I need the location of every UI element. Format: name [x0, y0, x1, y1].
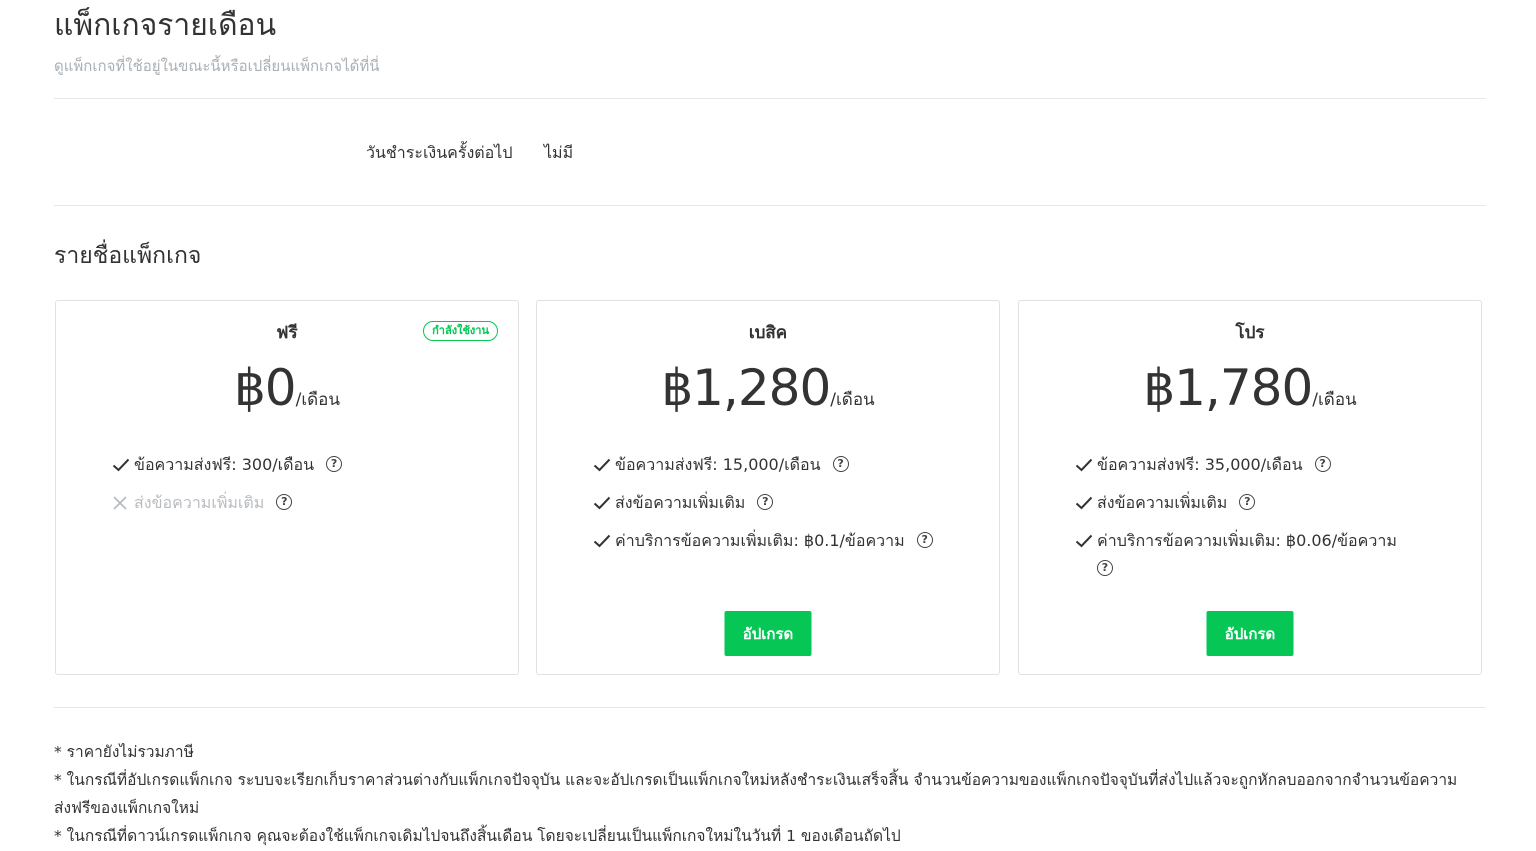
price-row: ฿1,280/เดือน [537, 359, 999, 417]
price-period: /เดือน [295, 390, 341, 410]
package-list-title: รายชื่อแพ็กเกจ [54, 243, 202, 269]
notes-section: * ราคายังไม่รวมภาษี * ในกรณีที่อัปเกรดแพ… [54, 738, 1474, 850]
next-billing-value: ไม่มี [544, 143, 574, 162]
package-price: ฿1,780 [1143, 359, 1313, 417]
package-card-pro: โปร ฿1,780/เดือน ข้อความส่งฟรี: 35,000/เ… [1018, 300, 1482, 675]
check-icon [593, 489, 615, 517]
note-downgrade: * ในกรณีที่ดาวน์เกรดแพ็กเกจ คุณจะต้องใช้… [54, 827, 901, 845]
package-card-free: ฟรี กำลังใช้งาน ฿0/เดือน ข้อความส่งฟรี: … [55, 300, 519, 675]
price-period: /เดือน [1312, 390, 1357, 410]
price-row: ฿0/เดือน [56, 359, 518, 417]
header-divider [54, 98, 1486, 99]
question-circle-icon[interactable]: ? [1239, 493, 1256, 510]
feature-item: ส่งข้อความเพิ่มเติม? [593, 489, 969, 517]
feature-text: ค่าบริการข้อความเพิ่มเติม: ฿0.1/ข้อความ [615, 531, 905, 550]
question-circle-icon[interactable]: ? [326, 455, 343, 472]
feature-item: ค่าบริการข้อความเพิ่มเติม: ฿0.1/ข้อความ? [593, 527, 969, 555]
notes-divider [54, 707, 1486, 708]
billing-divider [54, 205, 1486, 206]
question-circle-icon[interactable]: ? [276, 493, 293, 510]
check-icon [1075, 489, 1097, 517]
feature-item-disabled: ส่งข้อความเพิ่มเติม? [112, 489, 488, 517]
feature-text: ข้อความส่งฟรี: 300/เดือน [134, 455, 315, 474]
package-price: ฿0 [233, 359, 297, 417]
feature-list: ข้อความส่งฟรี: 35,000/เดือน? ส่งข้อความเ… [1075, 451, 1451, 593]
note-upgrade: * ในกรณีที่อัปเกรดแพ็กเกจ ระบบจะเรียกเก็… [54, 771, 1458, 817]
check-icon [112, 451, 134, 479]
feature-item: ข้อความส่งฟรี: 35,000/เดือน? [1075, 451, 1451, 479]
package-name: โปร [1235, 323, 1265, 343]
package-name: เบสิค [748, 323, 788, 343]
price-period: /เดือน [830, 390, 875, 410]
feature-text: ส่งข้อความเพิ่มเติม [615, 493, 746, 512]
note-tax: * ราคายังไม่รวมภาษี [54, 743, 194, 761]
check-icon [1075, 451, 1097, 479]
feature-text: ส่งข้อความเพิ่มเติม [1097, 493, 1228, 512]
feature-item: ข้อความส่งฟรี: 15,000/เดือน? [593, 451, 969, 479]
page-title: แพ็กเกจรายเดือน [54, 8, 277, 43]
page-subtitle: ดูแพ็กเกจที่ใช้อยู่ในขณะนี้หรือเปลี่ยนแพ… [54, 57, 380, 75]
feature-text: ค่าบริการข้อความเพิ่มเติม: ฿0.06/ข้อความ [1097, 531, 1397, 550]
upgrade-button-basic[interactable]: อัปเกรด [724, 611, 812, 656]
feature-item: ส่งข้อความเพิ่มเติม? [1075, 489, 1451, 517]
check-icon [593, 527, 615, 555]
check-icon [593, 451, 615, 479]
check-icon [1075, 527, 1097, 555]
package-card-basic: เบสิค ฿1,280/เดือน ข้อความส่งฟรี: 15,000… [536, 300, 1000, 675]
feature-item: ค่าบริการข้อความเพิ่มเติม: ฿0.06/ข้อความ… [1075, 527, 1451, 583]
feature-item: ข้อความส่งฟรี: 300/เดือน? [112, 451, 488, 479]
feature-text: ส่งข้อความเพิ่มเติม [134, 493, 265, 512]
package-price: ฿1,280 [661, 359, 831, 417]
feature-text: ข้อความส่งฟรี: 15,000/เดือน [615, 455, 821, 474]
question-circle-icon[interactable]: ? [832, 455, 849, 472]
feature-list: ข้อความส่งฟรี: 300/เดือน? ส่งข้อความเพิ่… [112, 451, 488, 527]
question-circle-icon[interactable]: ? [916, 531, 933, 548]
next-billing-label: วันชำระเงินครั้งต่อไป [366, 143, 513, 162]
upgrade-button-pro[interactable]: อัปเกรด [1206, 611, 1294, 656]
feature-text: ข้อความส่งฟรี: 35,000/เดือน [1097, 455, 1303, 474]
question-circle-icon[interactable]: ? [1097, 559, 1113, 576]
question-circle-icon[interactable]: ? [1314, 455, 1331, 472]
feature-list: ข้อความส่งฟรี: 15,000/เดือน? ส่งข้อความเ… [593, 451, 969, 565]
price-row: ฿1,780/เดือน [1019, 359, 1481, 417]
cross-icon [112, 489, 134, 517]
current-plan-badge: กำลังใช้งาน [423, 321, 498, 341]
question-circle-icon[interactable]: ? [757, 493, 774, 510]
